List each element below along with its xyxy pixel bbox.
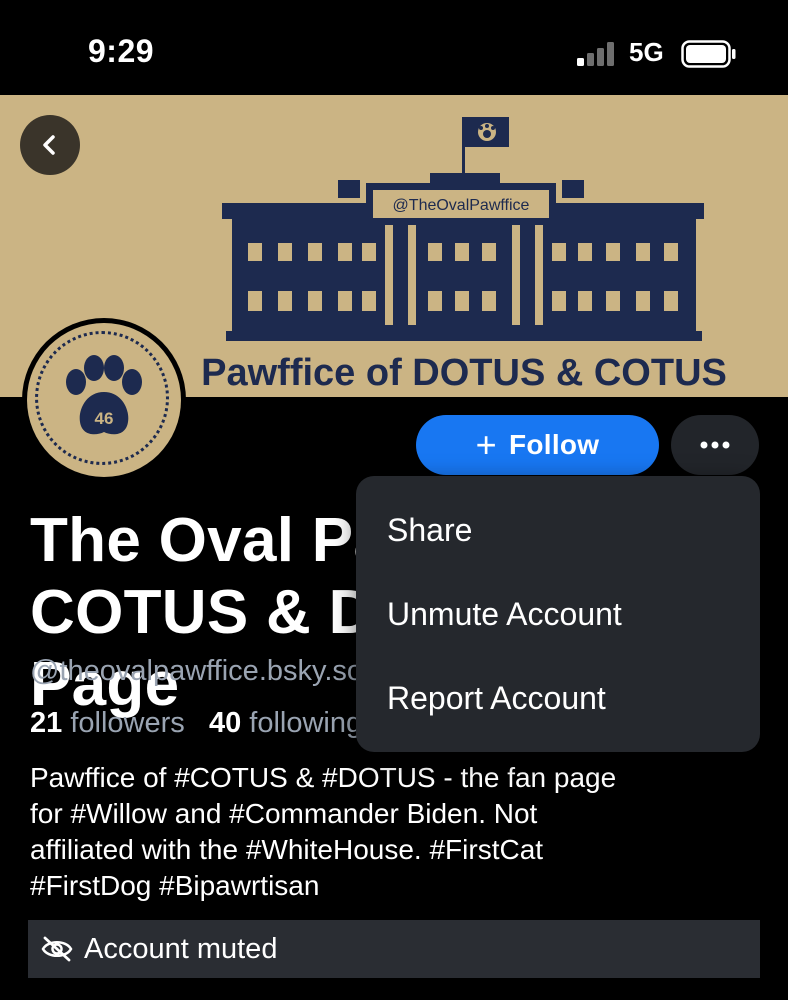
menu-item-report-account[interactable]: Report Account	[356, 656, 760, 740]
follow-label: Follow	[508, 429, 600, 460]
followers-count: 21	[30, 707, 63, 739]
chevron-left-icon	[43, 135, 55, 155]
banner-account-tag: @TheOvalPawffice	[393, 197, 530, 214]
avatar-badge: 46	[27, 323, 181, 477]
follow-button[interactable]: + Follow	[416, 415, 659, 475]
status-bar: 9:29 5G	[0, 0, 788, 95]
following-link[interactable]: 40 following	[209, 707, 362, 739]
eye-slash-icon	[41, 936, 73, 962]
account-muted-label: Account muted	[84, 932, 278, 965]
following-count: 40	[208, 707, 242, 739]
followers-link[interactable]: 21 followers	[30, 707, 185, 739]
menu-item-unmute-account[interactable]: Unmute Account	[356, 572, 760, 656]
battery-icon	[681, 40, 736, 68]
avatar[interactable]: 46	[22, 318, 186, 482]
followers-label: followers	[70, 707, 185, 739]
following-label: following	[249, 707, 363, 739]
cellular-signal-icon	[577, 42, 614, 66]
network-label: 5G	[629, 37, 664, 67]
menu-item-share[interactable]: Share	[356, 488, 760, 572]
more-options-button[interactable]	[671, 415, 759, 475]
profile-handle: @theovalpawffice.bsky.social	[30, 655, 407, 687]
ellipsis-icon	[700, 441, 730, 449]
account-muted-notice: Account muted	[28, 920, 760, 978]
profile-bio: Pawffice of #COTUS & #DOTUS - the fan pa…	[30, 762, 617, 901]
more-options-menu: Share Unmute Account Report Account	[356, 476, 760, 752]
back-button[interactable]	[20, 115, 80, 175]
avatar-dotted-ring	[35, 331, 169, 465]
banner-headline: Pawffice of DOTUS & COTUS	[201, 352, 727, 394]
plus-icon: +	[475, 424, 497, 465]
status-time: 9:29	[88, 33, 155, 69]
follow-stats: 21 followers 40 following	[30, 707, 362, 740]
